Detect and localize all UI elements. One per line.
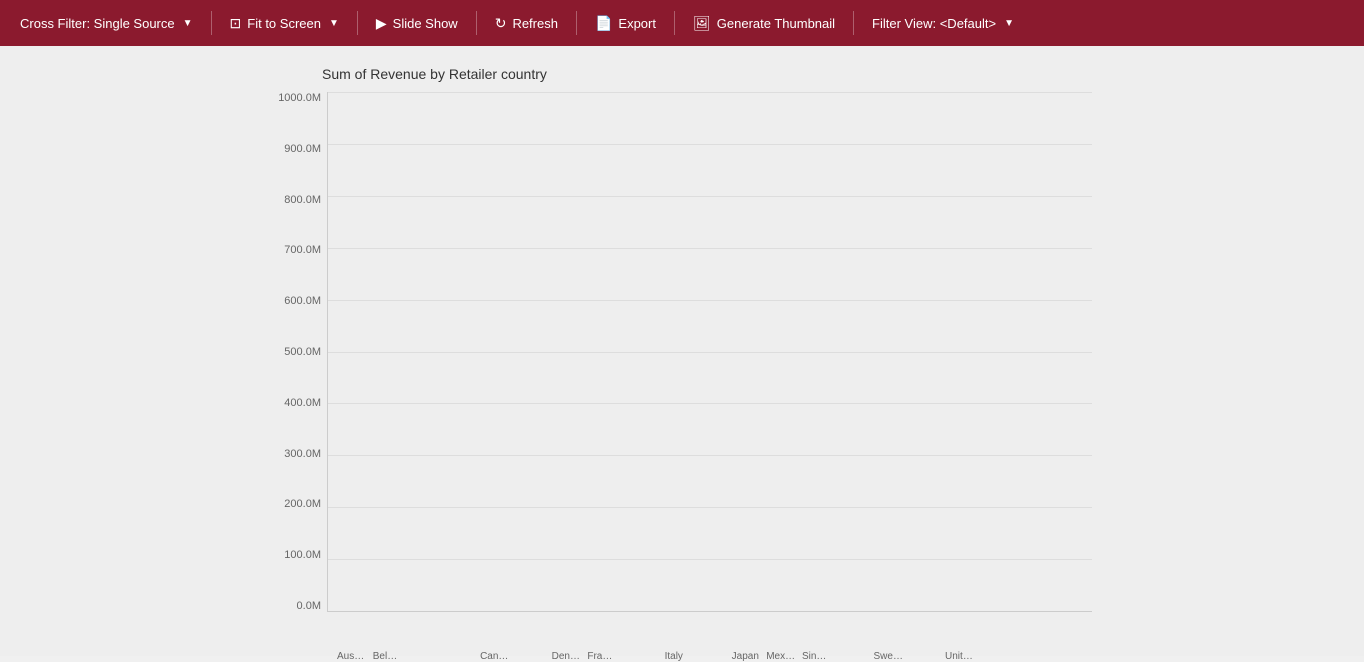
x-axis-label: Australia <box>337 651 367 662</box>
x-axis-label: Singapore <box>802 651 832 662</box>
y-axis-label: 0.0M <box>297 600 321 612</box>
x-axis-label <box>981 651 1011 662</box>
fit-to-screen-chevron: ▼ <box>329 18 339 29</box>
x-axis-labels: Australia Belgium Canada Denmark France Italy… <box>327 651 1092 662</box>
x-axis-label <box>444 651 474 662</box>
generate-thumbnail-icon: 🖼 <box>693 15 711 32</box>
plot-area <box>327 92 1092 612</box>
generate-thumbnail-button[interactable]: 🖼 Generate Thumbnail <box>683 11 845 36</box>
y-axis-label: 200.0M <box>284 498 321 510</box>
x-axis-label <box>695 651 725 662</box>
cross-filter-button[interactable]: Cross Filter: Single Source ▼ <box>10 12 203 35</box>
y-axis-label: 700.0M <box>284 244 321 256</box>
x-axis-label: Mexico <box>766 651 796 662</box>
x-axis-label: Belgium <box>373 651 403 662</box>
slide-show-icon: ▶ <box>376 15 387 32</box>
slide-show-button[interactable]: ▶ Slide Show <box>366 11 468 36</box>
divider-5 <box>674 11 675 35</box>
divider-1 <box>211 11 212 35</box>
x-axis-label <box>623 651 653 662</box>
cross-filter-label: Cross Filter: Single Source <box>20 16 175 31</box>
chart-inner: 1000.0M 900.0M 800.0M 700.0M 600.0M 500.0M 400… <box>272 92 1092 632</box>
y-axis-label: 1000.0M <box>278 92 321 104</box>
x-axis-label: Italy <box>659 651 689 662</box>
y-axis-label: 900.0M <box>284 143 321 155</box>
cross-filter-chevron: ▼ <box>183 18 193 29</box>
fit-to-screen-label: Fit to Screen <box>247 16 321 31</box>
fit-to-screen-icon: ⊡ <box>230 15 242 32</box>
y-axis-labels: 1000.0M 900.0M 800.0M 700.0M 600.0M 500.0M 400… <box>272 92 327 612</box>
x-axis-label: France <box>587 651 617 662</box>
y-axis-label: 400.0M <box>284 397 321 409</box>
slide-show-label: Slide Show <box>393 16 458 31</box>
x-axis-label <box>516 651 546 662</box>
x-axis-label: Canada <box>480 651 510 662</box>
x-axis-label <box>1052 651 1082 662</box>
export-button[interactable]: 📄 Export <box>585 11 666 36</box>
y-axis-label: 500.0M <box>284 346 321 358</box>
divider-4 <box>576 11 577 35</box>
refresh-label: Refresh <box>512 16 558 31</box>
divider-3 <box>476 11 477 35</box>
generate-thumbnail-label: Generate Thumbnail <box>717 16 835 31</box>
bars-container <box>328 92 1092 611</box>
y-axis-label: 600.0M <box>284 295 321 307</box>
filter-view-chevron: ▼ <box>1004 18 1014 29</box>
y-axis-label: 300.0M <box>284 448 321 460</box>
chart-title: Sum of Revenue by Retailer country <box>322 66 1092 82</box>
refresh-icon: ↻ <box>495 15 507 32</box>
x-axis-label <box>838 651 868 662</box>
refresh-button[interactable]: ↻ Refresh <box>485 11 568 36</box>
toolbar: Cross Filter: Single Source ▼ ⊡ Fit to S… <box>0 0 1364 46</box>
x-axis-label: Japan <box>730 651 760 662</box>
fit-to-screen-button[interactable]: ⊡ Fit to Screen ▼ <box>220 11 349 36</box>
x-axis-label <box>409 651 439 662</box>
filter-view-label: Filter View: <Default> <box>872 16 996 31</box>
x-axis-label <box>909 651 939 662</box>
export-label: Export <box>618 16 656 31</box>
y-axis-label: 800.0M <box>284 194 321 206</box>
chart-container: Sum of Revenue by Retailer country 1000.… <box>272 66 1092 632</box>
y-axis-label: 100.0M <box>284 549 321 561</box>
main-content: Sum of Revenue by Retailer country 1000.… <box>0 46 1364 656</box>
x-axis-label: United St. <box>945 651 975 662</box>
x-axis-label <box>1017 651 1047 662</box>
x-axis-label: Sweden <box>873 651 903 662</box>
divider-2 <box>357 11 358 35</box>
x-axis-label: Denmark <box>552 651 582 662</box>
divider-6 <box>853 11 854 35</box>
export-icon: 📄 <box>595 15 612 32</box>
filter-view-button[interactable]: Filter View: <Default> ▼ <box>862 12 1024 35</box>
